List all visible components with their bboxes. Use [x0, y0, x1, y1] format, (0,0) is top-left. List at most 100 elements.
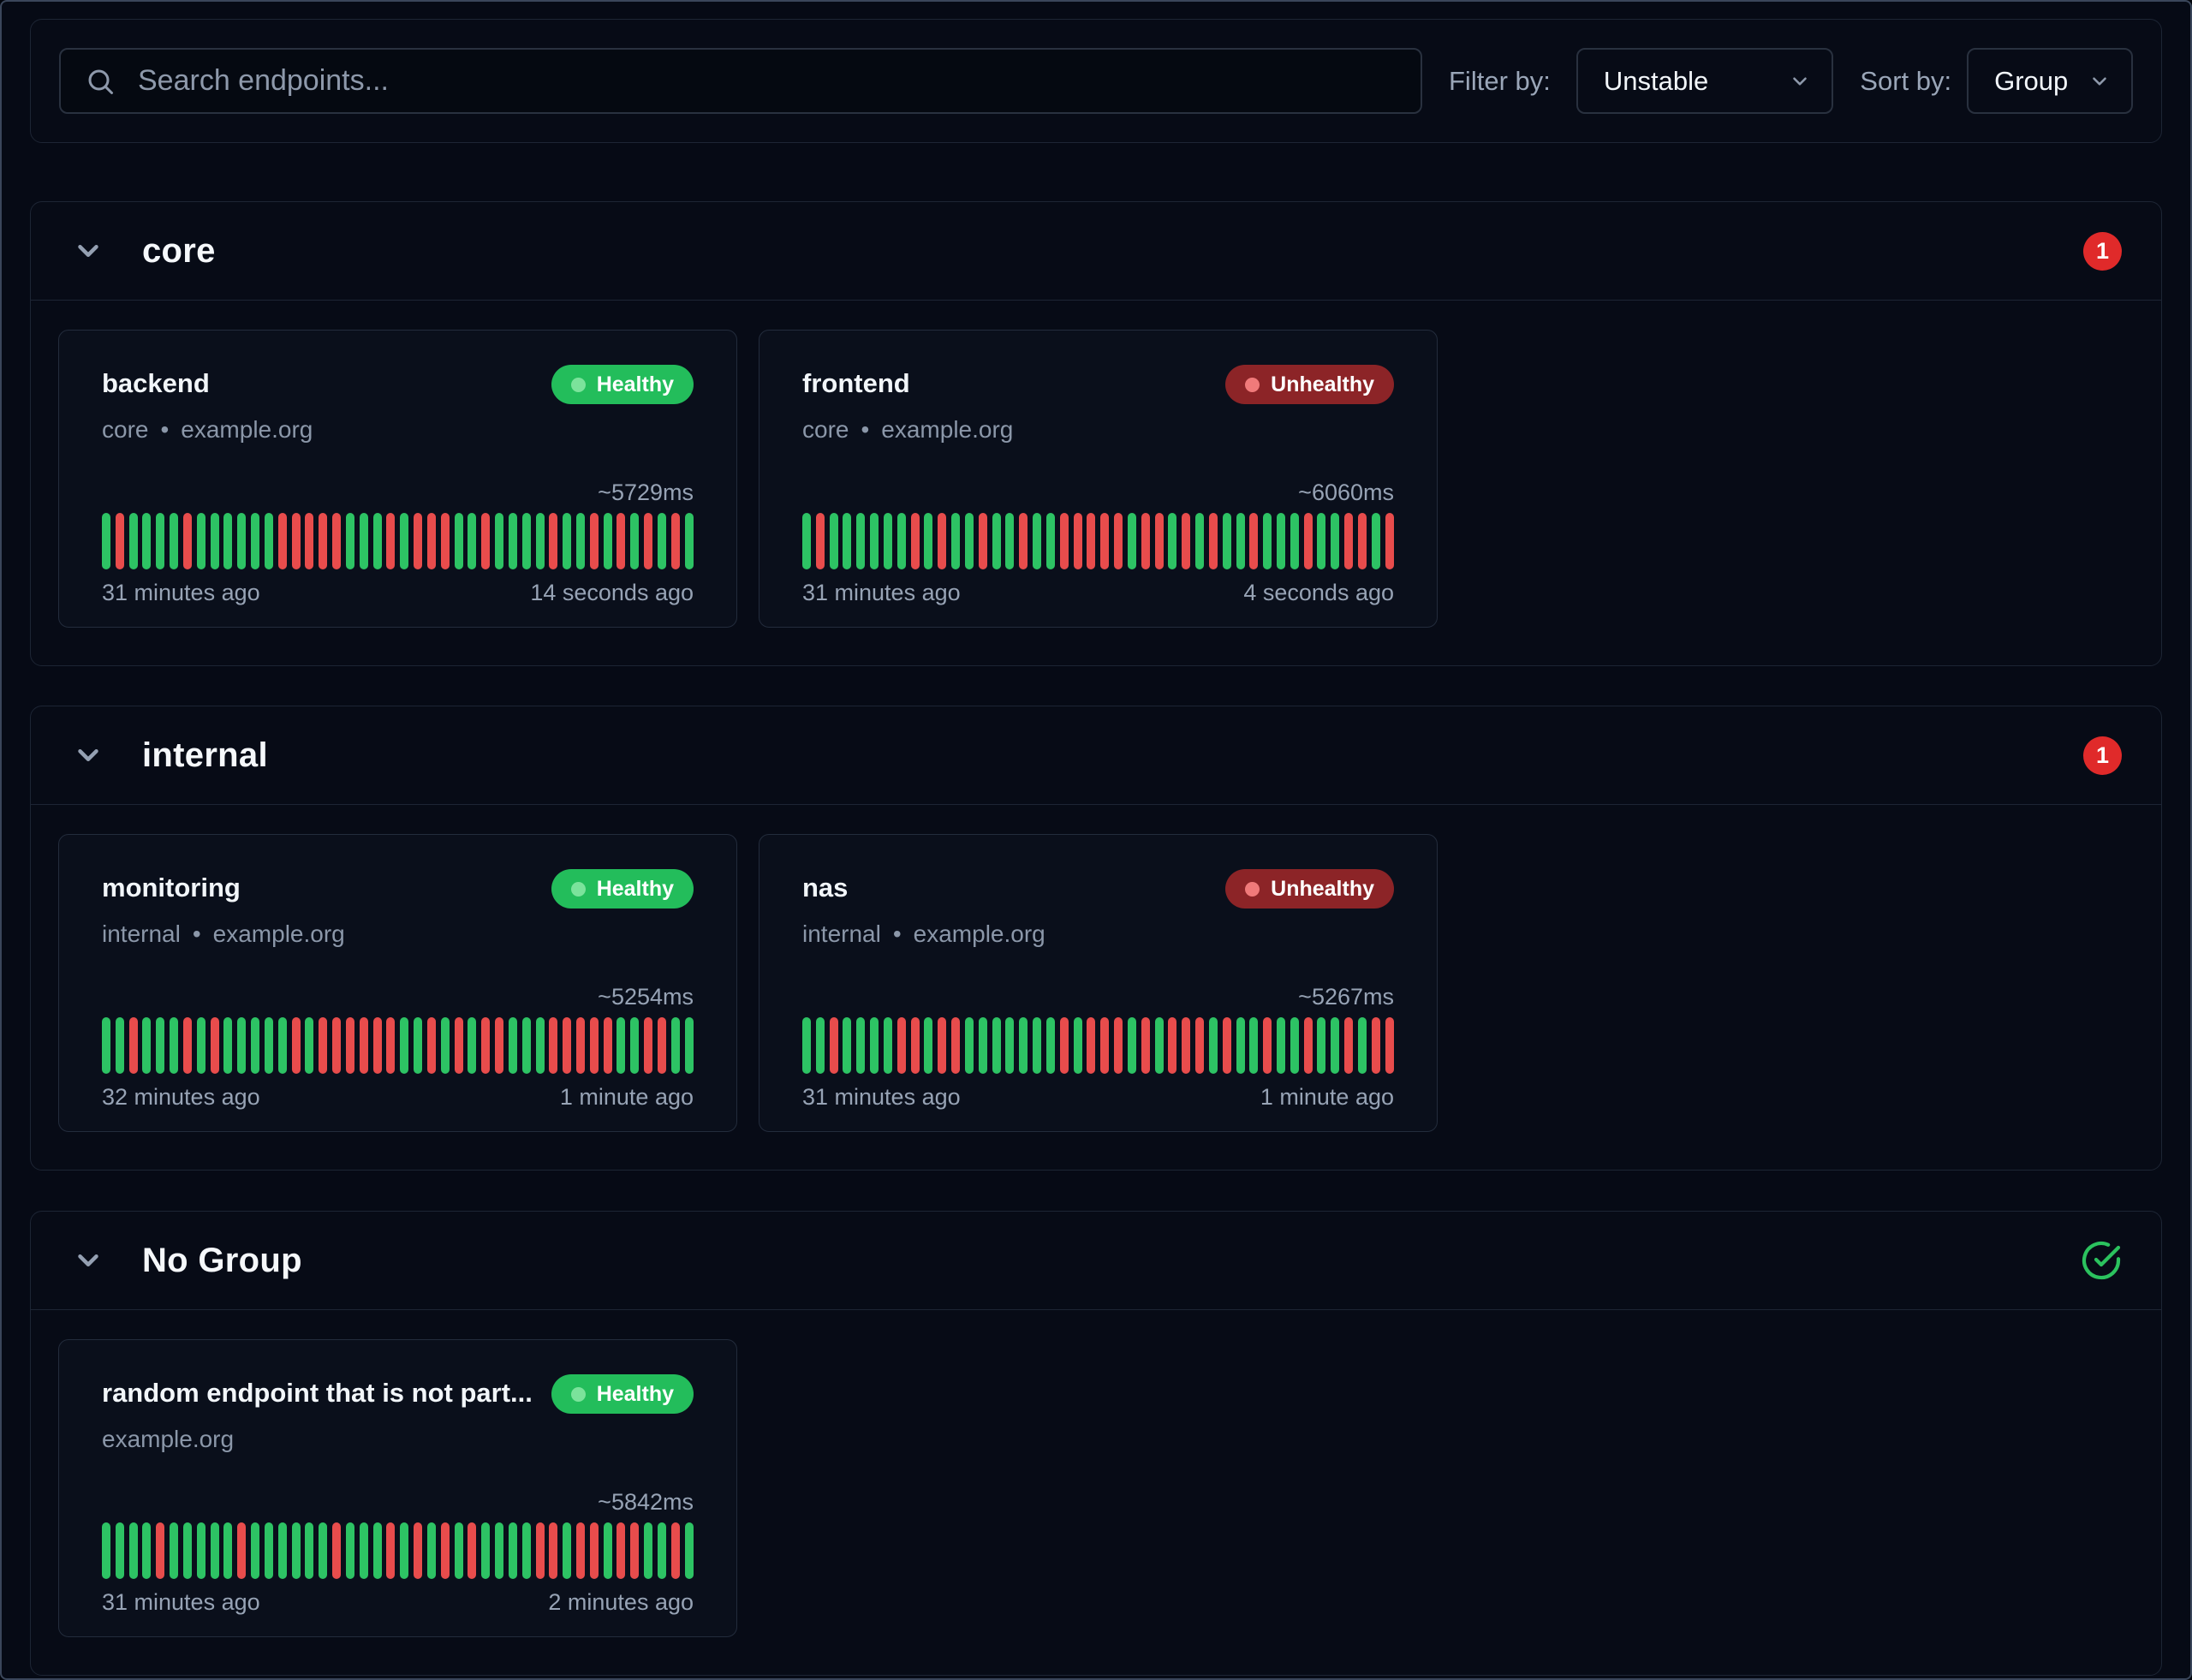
history-bar [549, 513, 557, 569]
endpoint-name: backend [102, 365, 210, 399]
history-bar [1249, 513, 1258, 569]
history-bar [1046, 1017, 1055, 1074]
history-bar [1223, 513, 1231, 569]
history-bar [522, 1522, 531, 1579]
endpoint-name: frontend [802, 365, 910, 399]
history-bar [816, 1017, 825, 1074]
history-bars [102, 513, 694, 569]
endpoint-card[interactable]: backend Healthy core • example.org ~5729… [58, 330, 737, 628]
history-bar [183, 1522, 192, 1579]
endpoint-group-label: core [802, 416, 849, 444]
latency-value: ~5842ms [102, 1489, 694, 1516]
endpoint-subtitle: internal • example.org [802, 920, 1394, 948]
latency-value: ~6060ms [802, 480, 1394, 506]
history-bar [1155, 1017, 1164, 1074]
history-bar [1114, 513, 1123, 569]
history-bar [536, 1017, 545, 1074]
history-bar [1317, 1017, 1325, 1074]
history-bars [102, 1017, 694, 1074]
history-bar [332, 1522, 341, 1579]
latency-value: ~5729ms [102, 480, 694, 506]
history-bar [1304, 1017, 1313, 1074]
group-header[interactable]: core 1 [31, 202, 2161, 300]
history-bar [292, 1522, 301, 1579]
history-bar [576, 1522, 585, 1579]
history-bar [319, 513, 327, 569]
history-bar [522, 513, 531, 569]
history-bar [319, 1522, 327, 1579]
history-bar [292, 513, 301, 569]
group-header[interactable]: No Group [31, 1212, 2161, 1309]
history-bar [830, 513, 838, 569]
history-bar [509, 1522, 517, 1579]
status-dot-icon [1245, 378, 1260, 392]
history-from: 31 minutes ago [102, 580, 260, 606]
history-bar [884, 513, 892, 569]
history-bar [509, 513, 517, 569]
search-input[interactable] [136, 63, 1397, 98]
history-bar [197, 513, 206, 569]
status-label: Healthy [597, 877, 674, 902]
sort-dropdown[interactable]: Group [1967, 48, 2133, 114]
endpoint-card[interactable]: random endpoint that is not part... Heal… [58, 1339, 737, 1637]
history-bar [1358, 513, 1367, 569]
history-bar [251, 1017, 259, 1074]
history-bar [427, 513, 436, 569]
history-bar [685, 1522, 694, 1579]
search-box[interactable] [59, 48, 1422, 114]
endpoint-group-label: internal [102, 920, 181, 948]
history-bar [1128, 1017, 1136, 1074]
endpoint-card[interactable]: monitoring Healthy internal • example.or… [58, 834, 737, 1132]
chevron-down-icon [1789, 70, 1811, 92]
history-bar [292, 1017, 301, 1074]
endpoint-card[interactable]: frontend Unhealthy core • example.org ~6… [759, 330, 1438, 628]
history-to: 1 minute ago [560, 1084, 694, 1111]
history-bar [455, 1522, 463, 1579]
history-bar [843, 513, 851, 569]
group-header[interactable]: internal 1 [31, 706, 2161, 804]
history-bar [604, 513, 612, 569]
history-bar [897, 1017, 906, 1074]
history-bar [616, 1017, 625, 1074]
history-bar [441, 1522, 450, 1579]
history-bar [549, 1017, 557, 1074]
history-bar [965, 1017, 974, 1074]
status-label: Unhealthy [1271, 877, 1374, 902]
history-bar [671, 513, 680, 569]
group-count-badge: 1 [2083, 232, 2122, 271]
history-from: 31 minutes ago [102, 1589, 260, 1616]
history-bar [563, 1522, 571, 1579]
status-badge: Unhealthy [1225, 869, 1394, 909]
history-bar [495, 1522, 503, 1579]
history-bar [1236, 513, 1245, 569]
history-bar [305, 513, 313, 569]
endpoint-subtitle: core • example.org [102, 416, 694, 444]
history-bar [1195, 513, 1204, 569]
history-bar [1060, 1017, 1069, 1074]
chevron-down-icon [72, 235, 104, 267]
history-bar [1168, 513, 1176, 569]
history-bar [1060, 513, 1069, 569]
history-bar [211, 513, 219, 569]
history-bar [237, 1017, 246, 1074]
endpoint-card[interactable]: nas Unhealthy internal • example.org ~52… [759, 834, 1438, 1132]
history-bar [116, 1522, 124, 1579]
history-bar [685, 513, 694, 569]
history-bar [1372, 513, 1380, 569]
filter-dropdown[interactable]: Unstable [1576, 48, 1833, 114]
history-bar [590, 1017, 599, 1074]
history-bar [170, 1522, 178, 1579]
history-bars [802, 513, 1394, 569]
history-bar [468, 513, 476, 569]
history-bar [938, 1017, 946, 1074]
latency-value: ~5267ms [802, 984, 1394, 1010]
history-bar [211, 1017, 219, 1074]
history-bar [386, 1017, 395, 1074]
history-bar [142, 1522, 151, 1579]
history-to: 4 seconds ago [1243, 580, 1394, 606]
history-bar [142, 1017, 151, 1074]
history-bar [1304, 513, 1313, 569]
group-healthy-check-icon [2081, 1240, 2122, 1281]
history-bar [590, 513, 599, 569]
history-bar [1087, 1017, 1095, 1074]
